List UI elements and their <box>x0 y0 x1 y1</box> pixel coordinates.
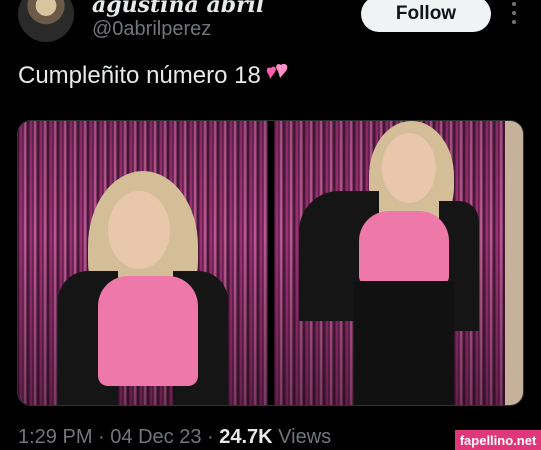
tweet-media[interactable] <box>17 120 524 406</box>
two-hearts-emoji-icon <box>266 63 288 79</box>
more-options-icon[interactable] <box>508 2 520 24</box>
tweet-time[interactable]: 1:29 PM <box>18 426 92 448</box>
separator: · <box>207 426 220 448</box>
site-watermark: fapellino.net <box>455 430 541 450</box>
user-handle[interactable]: @0abrilperez <box>92 18 211 41</box>
separator: · <box>98 426 111 448</box>
display-name[interactable]: agustina abril <box>92 0 264 18</box>
avatar[interactable] <box>18 0 74 42</box>
tweet-metadata: 1:29 PM · 04 Dec 23 · 24.7K Views <box>18 426 331 449</box>
tweet-header: agustina abril @0abrilperez Follow <box>0 0 541 56</box>
person-figure <box>58 161 228 405</box>
tweet-date[interactable]: 04 Dec 23 <box>110 426 201 448</box>
tweet-text: Cumpleñito número 18 <box>18 62 291 90</box>
person-figure <box>298 121 479 405</box>
views-count: 24.7K <box>219 426 273 448</box>
tweet-text-content: Cumpleñito número 18 <box>18 62 261 89</box>
photo-right[interactable] <box>273 121 523 405</box>
photo-left[interactable] <box>18 121 268 405</box>
views-label: Views <box>278 426 332 448</box>
follow-button[interactable]: Follow <box>361 0 491 32</box>
